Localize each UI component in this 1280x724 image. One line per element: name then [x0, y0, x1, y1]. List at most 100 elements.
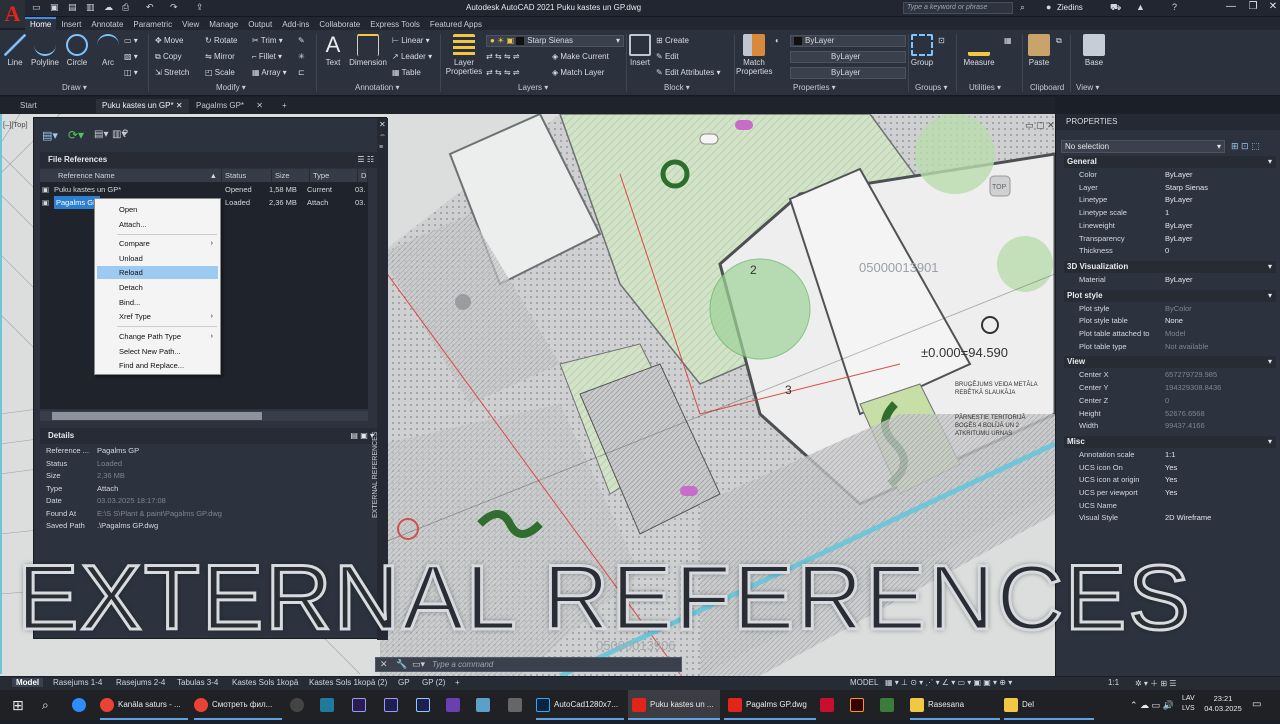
insert-button[interactable]: Insert — [628, 34, 652, 67]
line-button[interactable]: Line — [4, 34, 26, 67]
refresh-icon[interactable]: ⟳▾ — [68, 128, 84, 142]
file-tab-puku[interactable]: Puku kastes un GP* ✕ — [96, 99, 189, 113]
recent-commands-icon[interactable]: ▭▾ — [412, 659, 425, 670]
attach-dwg-icon[interactable]: ▤▾ — [42, 129, 58, 142]
quick-calc-icon[interactable]: ▦ — [1004, 36, 1012, 45]
text-button[interactable]: A Text — [320, 34, 346, 68]
property-value[interactable]: Yes — [1165, 488, 1177, 497]
taskbar-autocad-pagalms[interactable]: Pagalms GP.dwg — [724, 690, 816, 720]
linear-button[interactable]: ⊢ Linear ▾ — [392, 36, 430, 45]
redo-icon[interactable]: ↷ — [170, 2, 178, 13]
property-value[interactable]: Not available — [1165, 342, 1208, 351]
make-current-button[interactable]: ◈ Make Current — [552, 52, 609, 61]
details-view-icon[interactable]: ▤ ▣ ▾ — [350, 428, 374, 444]
erase-icon[interactable]: ✎ — [298, 36, 305, 45]
layer-dropdown[interactable]: ● ☀ ▣ Starp Sienas ▾ — [486, 35, 624, 47]
hatch-icon[interactable]: ▧ ▾ — [124, 52, 138, 61]
ungroup-icon[interactable]: ⊡ — [938, 36, 945, 45]
taskbar-autocad-puku[interactable]: Puku kastes un ... — [628, 690, 720, 720]
property-value[interactable]: Model — [1165, 329, 1185, 338]
help-icon[interactable]: ? — [1172, 2, 1177, 12]
groups-panel-title[interactable]: Groups ▾ — [915, 83, 947, 92]
property-value[interactable]: 1 — [1165, 208, 1169, 217]
property-value[interactable]: 99437.4166 — [1165, 421, 1205, 430]
layout-tab[interactable]: Tabulas 3-4 — [177, 678, 218, 687]
rotate-button[interactable]: ↻ Rotate — [205, 36, 238, 45]
paste-button[interactable]: Paste — [1026, 34, 1052, 67]
save-icon[interactable]: ▤ — [68, 2, 77, 13]
after-effects-icon[interactable] — [384, 690, 402, 720]
polyline-button[interactable]: Polyline — [30, 34, 60, 67]
close-icon[interactable]: ✕ — [379, 120, 386, 129]
close-icon[interactable]: ✕ — [176, 101, 183, 110]
layers-panel-title[interactable]: Layers ▾ — [518, 83, 548, 92]
new-icon[interactable]: ▭ — [32, 2, 41, 13]
section-misc[interactable]: Misc ▾ — [1064, 435, 1276, 448]
restore-button[interactable]: ❐ — [1242, 1, 1264, 15]
close-icon[interactable]: ✕ — [256, 101, 263, 110]
trim-button[interactable]: ✂ Trim ▾ — [252, 36, 283, 45]
property-value[interactable]: ByColor — [1165, 304, 1192, 313]
scrollbar-thumb[interactable] — [52, 412, 262, 420]
property-value[interactable]: ByLayer — [1165, 275, 1193, 284]
section-3d-visualization[interactable]: 3D Visualization ▾ — [1064, 260, 1276, 273]
media-encoder-icon[interactable] — [416, 690, 434, 720]
match-layer-button[interactable]: ◈ Match Layer — [552, 68, 604, 77]
menu-item-find-replace[interactable]: Find and Replace... — [97, 359, 218, 372]
create-block-button[interactable]: ⊞ Create — [656, 36, 689, 45]
layer-properties-button[interactable]: Layer Properties — [444, 34, 484, 76]
edit-block-button[interactable]: ✎ Edit — [656, 52, 679, 61]
menu-item-reload[interactable]: Reload — [97, 266, 218, 279]
array-button[interactable]: ▦ Array ▾ — [252, 68, 287, 77]
base-button[interactable]: Base — [1080, 34, 1108, 67]
command-input[interactable]: Type a command — [432, 660, 493, 669]
app-icon[interactable] — [476, 690, 494, 720]
scale-button[interactable]: ◰ Scale — [205, 68, 235, 77]
chevron-down-icon[interactable]: ▾ — [1268, 156, 1272, 168]
taskbar-photoshop[interactable]: AutoCad1280x7... — [536, 690, 624, 720]
region-icon[interactable]: ◫ ▾ — [124, 68, 138, 77]
menu-item-xref-type[interactable]: Xref Type › — [97, 310, 218, 323]
app-icon[interactable] — [880, 690, 898, 720]
search-icon[interactable]: ⌕ — [1020, 2, 1025, 13]
taskbar-chrome-2[interactable]: Смотреть фил... — [194, 690, 282, 720]
properties-icon[interactable]: ≡ — [379, 144, 383, 151]
zoom-app-icon[interactable] — [72, 690, 90, 720]
utilities-panel-title[interactable]: Utilities ▾ — [969, 83, 1001, 92]
tab-home[interactable]: Home — [25, 17, 57, 30]
linetype-dropdown[interactable]: ByLayer — [790, 67, 906, 79]
chevron-down-icon[interactable]: ▾ — [1268, 356, 1272, 368]
calculator-icon[interactable] — [508, 690, 526, 720]
quick-select-icons[interactable]: ⊞ ⊡ ⬚ — [1231, 141, 1260, 152]
windows-start-icon[interactable]: ⊞ — [12, 690, 24, 720]
property-value[interactable]: ByLayer — [1165, 170, 1193, 179]
lineweight-dropdown[interactable]: ByLayer — [790, 51, 906, 63]
property-value[interactable]: ByLayer — [1165, 195, 1193, 204]
command-close-icon[interactable]: ✕ — [380, 659, 388, 670]
layer-tools-icons[interactable]: ⇄ ⇆ ⇋ ⇌ — [486, 52, 519, 61]
property-value[interactable]: 52676.6568 — [1165, 409, 1205, 418]
copy-button[interactable]: ⧉ Copy — [155, 52, 182, 62]
taskbar-folder-del[interactable]: Del — [1004, 690, 1094, 720]
layout-tab[interactable]: Rasejums 1-4 — [53, 678, 102, 687]
section-view[interactable]: View ▾ — [1064, 356, 1276, 369]
property-value[interactable]: 0 — [1165, 246, 1169, 255]
col-date[interactable]: D — [358, 169, 368, 182]
saveas-icon[interactable]: ▥ — [86, 2, 95, 13]
cloud-icon[interactable]: ☁ — [104, 2, 113, 13]
offset-icon[interactable]: ⊏ — [298, 68, 305, 77]
layout-tab[interactable]: GP — [398, 678, 410, 687]
property-value[interactable]: None — [1165, 316, 1183, 325]
notifications-icon[interactable]: ▭ — [1252, 690, 1261, 720]
viewport-controls[interactable]: ▭ ▢ ✕ — [1025, 120, 1055, 131]
table-row[interactable]: ▣ Puku kastes un GP* Opened 1,58 MB Curr… — [40, 183, 368, 196]
illustrator-icon[interactable] — [850, 690, 868, 720]
measure-button[interactable]: Measure — [960, 34, 998, 67]
tray-icons[interactable]: ⌃ ☁ ▭ 🔊 — [1130, 690, 1174, 720]
add-layout-button[interactable]: + — [455, 678, 460, 687]
obs-icon[interactable] — [290, 690, 308, 720]
layer-tools-icons-2[interactable]: ⇄ ⇆ ⇋ ⇌ — [486, 68, 519, 77]
table-button[interactable]: ▦ Table — [392, 68, 421, 77]
search-input[interactable]: Type a keyword or phrase — [903, 2, 1013, 14]
layout-tab[interactable]: Kastes Sols 1kopā (2) — [309, 678, 387, 687]
